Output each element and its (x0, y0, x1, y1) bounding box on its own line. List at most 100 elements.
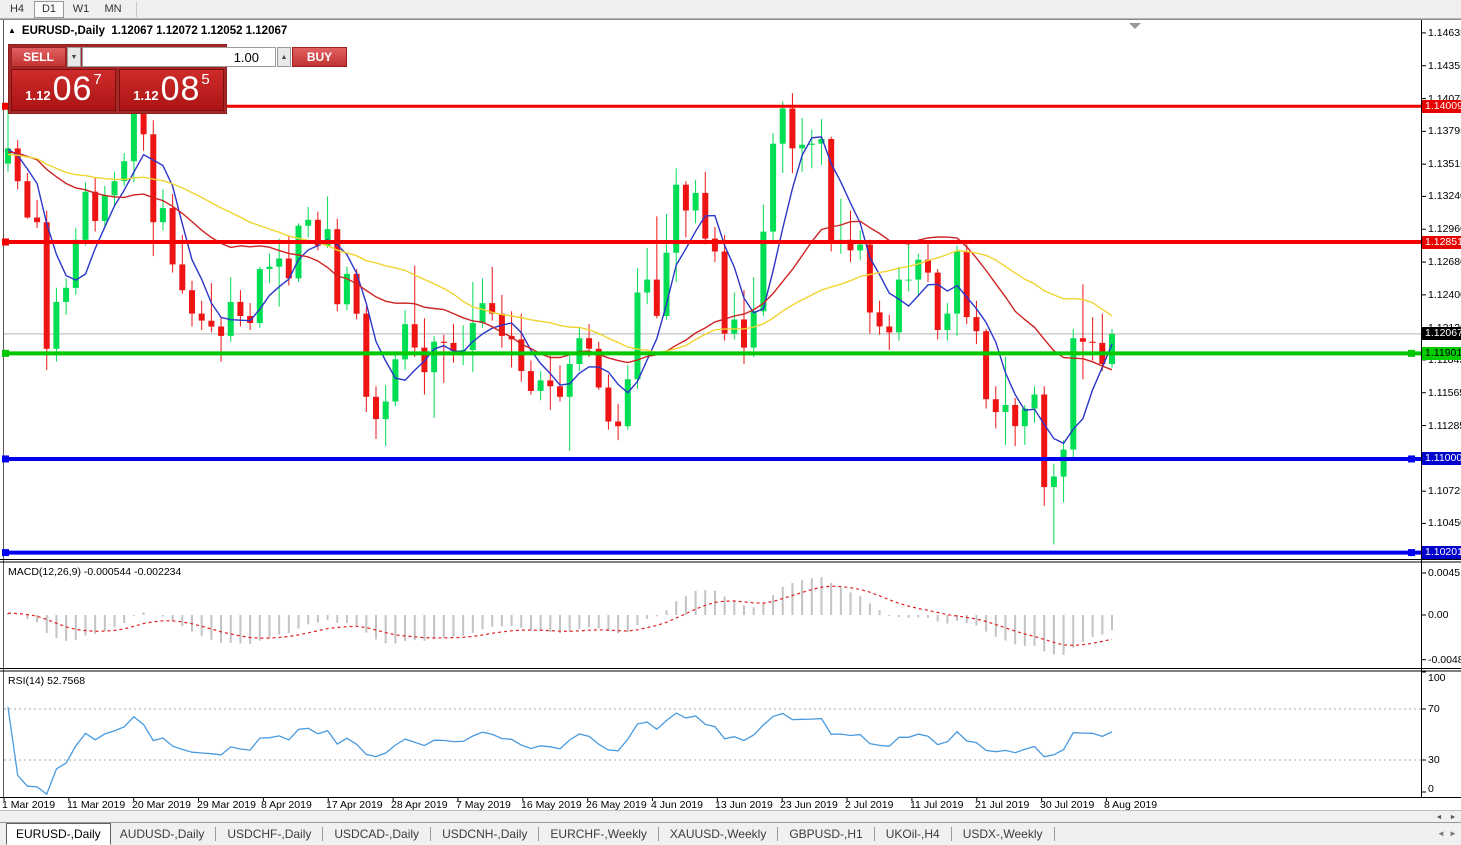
sell-price-big: 06 (52, 70, 93, 108)
chart-collapse-icon[interactable]: ▲ (8, 26, 16, 35)
tab-usdcad-daily[interactable]: USDCAD-,Daily (325, 824, 428, 844)
candle (527, 371, 534, 391)
price-axis-tick: 1.11285 (1428, 420, 1461, 432)
candle (82, 191, 89, 240)
tab-usdcnh-daily[interactable]: USDCNH-,Daily (433, 824, 536, 844)
volume-decrease-icon[interactable]: ▼ (67, 47, 81, 67)
tab-separator (950, 827, 952, 841)
tab-eurusd-daily[interactable]: EURUSD-,Daily (6, 823, 111, 845)
tab-usdx-weekly[interactable]: USDX-,Weekly (954, 824, 1052, 844)
candle (1021, 408, 1028, 427)
candle (479, 303, 486, 323)
candle (440, 341, 447, 343)
candle (934, 272, 941, 330)
candle (721, 251, 728, 334)
candle (1031, 394, 1038, 409)
buy-button[interactable]: BUY (292, 47, 347, 67)
candle (24, 181, 31, 218)
candle (92, 191, 99, 221)
price-axis-tick: 1.13240 (1428, 190, 1461, 202)
tab-usdchf-daily[interactable]: USDCHF-,Daily (218, 824, 320, 844)
candle (963, 251, 970, 318)
candle (944, 313, 951, 330)
rsi-axis-tick: 100 (1428, 672, 1446, 684)
sell-button[interactable]: SELL (11, 47, 66, 67)
tab-gbpusd-h1[interactable]: GBPUSD-,H1 (780, 824, 871, 844)
tab-audusd-daily[interactable]: AUDUSD-,Daily (111, 824, 214, 844)
level-handle[interactable] (2, 455, 9, 463)
one-click-trade-panel: SELL ▼ ▲ BUY 1.12067 1.12085 (8, 44, 347, 114)
level-handle[interactable] (1408, 349, 1415, 357)
tab-separator (657, 827, 659, 841)
level-handle[interactable] (1408, 455, 1415, 463)
level-handle[interactable] (2, 238, 9, 246)
candle (373, 396, 379, 420)
price-level-badge: 1.10201 (1422, 546, 1461, 559)
rsi-axis-tick: 30 (1428, 754, 1440, 766)
candle (866, 244, 873, 313)
candle (431, 341, 438, 373)
rsi-axis-tick: 70 (1428, 703, 1440, 715)
candle (101, 195, 108, 221)
candle (644, 279, 651, 293)
candle (411, 324, 418, 348)
toolbar-divider (136, 1, 137, 17)
candle (189, 290, 195, 314)
candle (208, 320, 215, 327)
candle (586, 338, 593, 349)
timeframe-button-mn[interactable]: MN (98, 1, 128, 18)
rsi-line (7, 707, 1113, 796)
chart-canvas[interactable] (0, 0, 1461, 845)
candle (247, 316, 254, 323)
scroll-right-icon[interactable]: ► (1447, 812, 1459, 822)
candle (557, 386, 563, 397)
horizontal-scrollbar[interactable]: ◄ ► (0, 810, 1461, 822)
level-handle[interactable] (2, 549, 9, 557)
candle (266, 266, 273, 269)
macd-axis-tick: 0.00 (1428, 609, 1449, 621)
candle (857, 244, 864, 251)
price-axis-tick: 1.14635 (1428, 27, 1461, 39)
macd-axis-tick: 0.004517 (1428, 567, 1461, 579)
symbol-tab-bar: EURUSD-,Daily AUDUSD-,Daily USDCHF-,Daily U… (0, 822, 1461, 845)
candle (692, 192, 699, 211)
price-axis-tick: 1.10450 (1428, 517, 1461, 529)
tab-eurchf-weekly[interactable]: EURCHF-,Weekly (541, 824, 655, 844)
tab-scroll-right-icon[interactable]: ► (1449, 829, 1457, 838)
scroll-left-icon[interactable]: ◄ (1433, 812, 1445, 822)
candle (34, 217, 41, 223)
timeframe-button-w1[interactable]: W1 (66, 1, 96, 18)
candle (179, 264, 186, 291)
price-axis-tick: 1.12960 (1428, 223, 1461, 235)
level-handle[interactable] (2, 349, 9, 357)
volume-input[interactable] (82, 47, 276, 67)
timeframe-button-h4[interactable]: H4 (2, 1, 32, 18)
price-axis-tick: 1.14355 (1428, 60, 1461, 72)
tab-scroll-left-icon[interactable]: ◄ (1437, 829, 1445, 838)
candle (973, 317, 980, 332)
candle (382, 401, 389, 420)
tab-ukoil-h4[interactable]: UKOil-,H4 (877, 824, 949, 844)
rsi-label: RSI(14) 52.7568 (8, 675, 86, 687)
rsi-axis-tick: 0 (1428, 783, 1434, 795)
timeframe-button-d1[interactable]: D1 (34, 0, 64, 18)
candle (653, 279, 660, 316)
buy-price-button[interactable]: 1.12 08 5 (119, 69, 224, 111)
tab-separator (215, 827, 217, 841)
tab-xauusd-weekly[interactable]: XAUUSD-,Weekly (661, 824, 775, 844)
candle (159, 208, 166, 223)
candle (789, 108, 796, 149)
candle (256, 269, 263, 323)
candle (1089, 341, 1096, 343)
chart-symbol-label: EURUSD-,Daily (21, 25, 105, 37)
sell-price-button[interactable]: 1.12 06 7 (11, 69, 116, 111)
candle (1050, 476, 1057, 487)
candle (615, 421, 622, 427)
candle (1041, 394, 1048, 488)
candle (121, 161, 128, 182)
volume-increase-icon[interactable]: ▲ (277, 47, 291, 67)
candle (295, 225, 302, 279)
level-handle[interactable] (1408, 549, 1415, 557)
candle (895, 279, 902, 333)
chart-shift-icon[interactable] (1129, 23, 1141, 29)
